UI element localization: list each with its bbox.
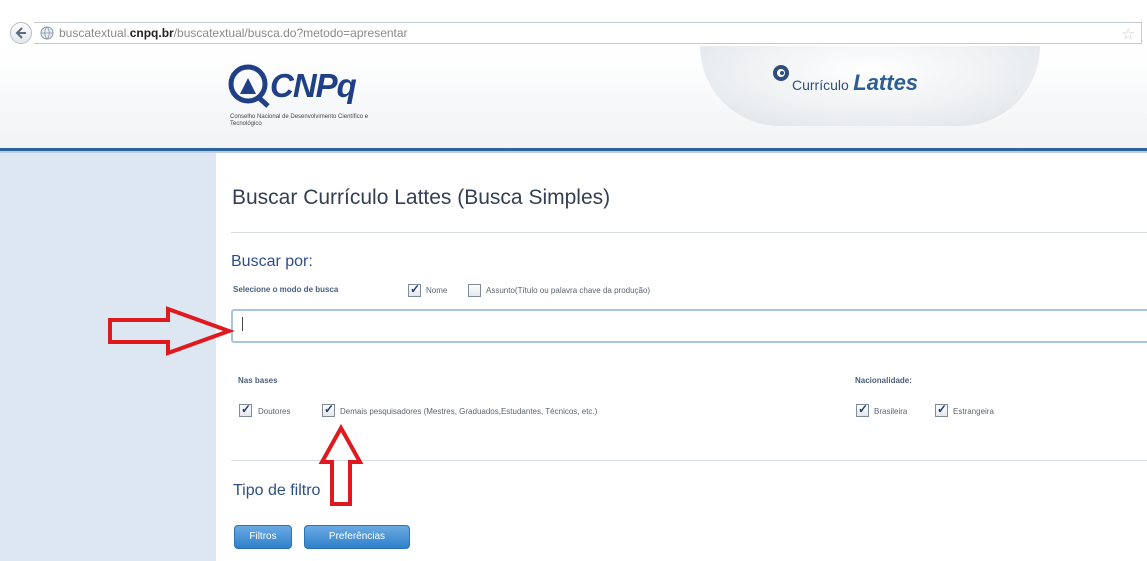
- demais-pesquisadores-label: Demais pesquisadores (Mestres, Graduados…: [340, 407, 598, 416]
- cnpq-logo[interactable]: CNPq Conselho Nacional de Desenvolviment…: [228, 64, 388, 154]
- cnpq-logo-subtitle: Conselho Nacional de Desenvolvimento Cie…: [230, 114, 369, 127]
- url-domain: cnpq.br: [129, 26, 174, 40]
- text-cursor: [242, 317, 243, 331]
- url-prefix: buscatextual.: [59, 26, 130, 40]
- nome-option-label: Nome: [426, 286, 448, 295]
- red-arrow-up-icon: [318, 424, 364, 506]
- filter-divider: [231, 460, 1147, 461]
- nome-checkbox[interactable]: [408, 282, 421, 297]
- filtros-button[interactable]: Filtros: [234, 525, 292, 549]
- back-arrow-icon: [15, 27, 26, 39]
- url-text: buscatextual.cnpq.br/buscatextual/busca.…: [59, 26, 408, 40]
- brasileira-label: Brasileira: [874, 407, 908, 416]
- back-button[interactable]: [10, 22, 32, 44]
- search-input[interactable]: [231, 309, 1147, 343]
- lattes-title: Currículo Lattes: [792, 70, 918, 96]
- title-divider: [231, 232, 1147, 233]
- browser-address-bar: buscatextual.cnpq.br/buscatextual/busca.…: [0, 8, 1147, 46]
- doutores-checkbox[interactable]: [239, 402, 252, 417]
- globe-icon: [40, 26, 54, 40]
- cnpq-logo-name: CNPq: [270, 67, 357, 104]
- brasileira-checkbox[interactable]: [856, 402, 869, 417]
- lattes-title-big: Lattes: [853, 70, 919, 95]
- doutores-label: Doutores: [258, 407, 291, 416]
- cnpq-mark-icon: [228, 64, 270, 108]
- demais-pesquisadores-checkbox[interactable]: [322, 402, 335, 417]
- preferencias-button[interactable]: Preferências: [304, 525, 410, 549]
- tipo-filtro-label: Tipo de filtro: [233, 482, 321, 499]
- estrangeira-checkbox[interactable]: [935, 402, 948, 417]
- lattes-logo-icon: [773, 65, 789, 81]
- bases-label: Nas bases: [238, 376, 278, 385]
- estrangeira-label: Estrangeira: [953, 407, 994, 416]
- page-title: Buscar Currículo Lattes (Busca Simples): [232, 186, 611, 209]
- red-arrow-right-icon: [108, 306, 235, 356]
- assunto-option-label: Assunto(Título ou palavra chave da produ…: [486, 286, 651, 295]
- left-sidebar: [0, 153, 216, 561]
- url-path: /buscatextual/busca.do?metodo=apresentar: [173, 26, 408, 40]
- assunto-checkbox[interactable]: [468, 284, 481, 297]
- caption-strip: [0, 0, 1147, 8]
- bookmark-star-icon[interactable]: ☆: [1122, 25, 1135, 43]
- nacionalidade-label: Nacionalidade:: [855, 376, 912, 385]
- buscar-por-label: Buscar por:: [231, 253, 313, 270]
- lattes-title-small: Currículo: [792, 77, 849, 93]
- curriculo-lattes-tab[interactable]: Currículo Lattes: [700, 46, 1040, 126]
- url-field[interactable]: buscatextual.cnpq.br/buscatextual/busca.…: [34, 22, 1142, 44]
- search-mode-label: Selecione o modo de busca: [233, 285, 339, 294]
